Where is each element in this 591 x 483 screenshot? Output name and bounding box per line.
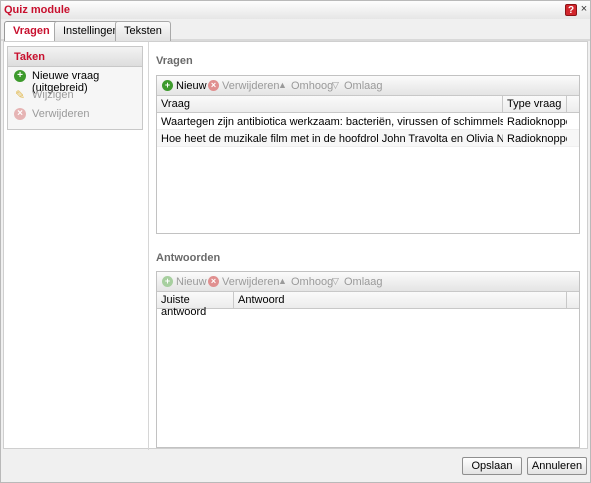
- delete-icon: ×: [14, 108, 26, 120]
- questions-header-row: Vraag Type vraag: [157, 96, 579, 113]
- table-row[interactable]: Waartegen zijn antibiotica werkzaam: bac…: [157, 113, 579, 130]
- add-icon: +: [162, 80, 173, 91]
- task-label: Verwijderen: [32, 108, 90, 120]
- answers-header-row: Juiste antwoord Antwoord: [157, 292, 579, 318]
- triangle-up-icon: ▲: [278, 276, 287, 286]
- button-label: Omlaag: [344, 80, 383, 92]
- questions-section-title: Vragen: [156, 55, 193, 67]
- add-icon: +: [162, 276, 173, 287]
- button-label: Verwijderen: [222, 276, 280, 288]
- button-label: Omlaag: [344, 276, 383, 288]
- window-title: Quiz module: [4, 4, 70, 16]
- save-button[interactable]: Opslaan: [462, 457, 522, 475]
- delete-icon: ×: [208, 80, 219, 91]
- tab-content: Taken + Nieuwe vraag (uitgebreid) ✎ Wijz…: [3, 41, 588, 450]
- cancel-button[interactable]: Annuleren: [527, 457, 587, 475]
- tasks-header: Taken: [8, 47, 142, 67]
- tab-bar: Vragen Instellingen Teksten: [1, 19, 590, 42]
- triangle-down-icon: ▽: [332, 276, 339, 286]
- triangle-down-icon: ▽: [332, 80, 339, 90]
- new-answer-button[interactable]: + Nieuw: [162, 276, 207, 288]
- column-header-juiste-antwoord[interactable]: Juiste antwoord: [157, 292, 234, 318]
- panel-divider: [148, 42, 149, 450]
- questions-toolbar: + Nieuw × Verwijderen ▲ Omhoog ▽ Omlaag: [157, 76, 579, 96]
- tasks-panel: Taken + Nieuwe vraag (uitgebreid) ✎ Wijz…: [7, 46, 143, 130]
- button-label: Omhoog: [291, 276, 334, 288]
- task-label: Wijzigen: [32, 89, 74, 101]
- button-label: Nieuw: [176, 80, 207, 92]
- answers-grid: + Nieuw × Verwijderen ▲ Omhoog ▽ Omlaag …: [156, 271, 580, 448]
- delete-icon: ×: [208, 276, 219, 287]
- task-edit[interactable]: ✎ Wijzigen: [8, 86, 142, 105]
- answers-toolbar: + Nieuw × Verwijderen ▲ Omhoog ▽ Omlaag: [157, 272, 579, 292]
- pencil-icon: ✎: [14, 88, 26, 102]
- type-cell: Radioknoppen: [507, 116, 567, 128]
- move-up-button[interactable]: ▲ Omhoog: [277, 80, 333, 92]
- tab-vragen[interactable]: Vragen: [4, 21, 59, 42]
- move-down-button[interactable]: ▽ Omlaag: [330, 80, 383, 92]
- close-icon[interactable]: ×: [578, 4, 590, 16]
- tab-teksten[interactable]: Teksten: [115, 21, 171, 41]
- question-cell: Waartegen zijn antibiotica werkzaam: bac…: [161, 116, 503, 128]
- column-header-vraag[interactable]: Vraag: [157, 96, 503, 113]
- add-icon: +: [14, 70, 26, 82]
- help-icon[interactable]: ?: [565, 4, 577, 16]
- delete-answer-button[interactable]: × Verwijderen: [208, 276, 279, 288]
- triangle-up-icon: ▲: [278, 80, 287, 90]
- move-down-button[interactable]: ▽ Omlaag: [330, 276, 383, 288]
- move-up-button[interactable]: ▲ Omhoog: [277, 276, 333, 288]
- button-label: Verwijderen: [222, 80, 280, 92]
- task-delete[interactable]: × Verwijderen: [8, 105, 142, 124]
- button-label: Omhoog: [291, 80, 334, 92]
- button-label: Nieuw: [176, 276, 207, 288]
- column-header-type[interactable]: Type vraag: [503, 96, 567, 113]
- answers-section-title: Antwoorden: [156, 252, 221, 264]
- questions-grid: + Nieuw × Verwijderen ▲ Omhoog ▽ Omlaag …: [156, 75, 580, 234]
- table-row[interactable]: Hoe heet de muzikale film met in de hoof…: [157, 130, 579, 147]
- quiz-module-window: Quiz module ? × Vragen Instellingen Teks…: [0, 0, 591, 483]
- new-question-button[interactable]: + Nieuw: [162, 80, 207, 92]
- type-cell: Radioknoppen: [507, 133, 567, 145]
- question-cell: Hoe heet de muzikale film met in de hoof…: [161, 133, 503, 145]
- delete-question-button[interactable]: × Verwijderen: [208, 80, 279, 92]
- column-header-antwoord[interactable]: Antwoord: [234, 292, 567, 309]
- title-bar: Quiz module ? ×: [1, 1, 590, 19]
- task-new-question[interactable]: + Nieuwe vraag (uitgebreid): [8, 67, 142, 94]
